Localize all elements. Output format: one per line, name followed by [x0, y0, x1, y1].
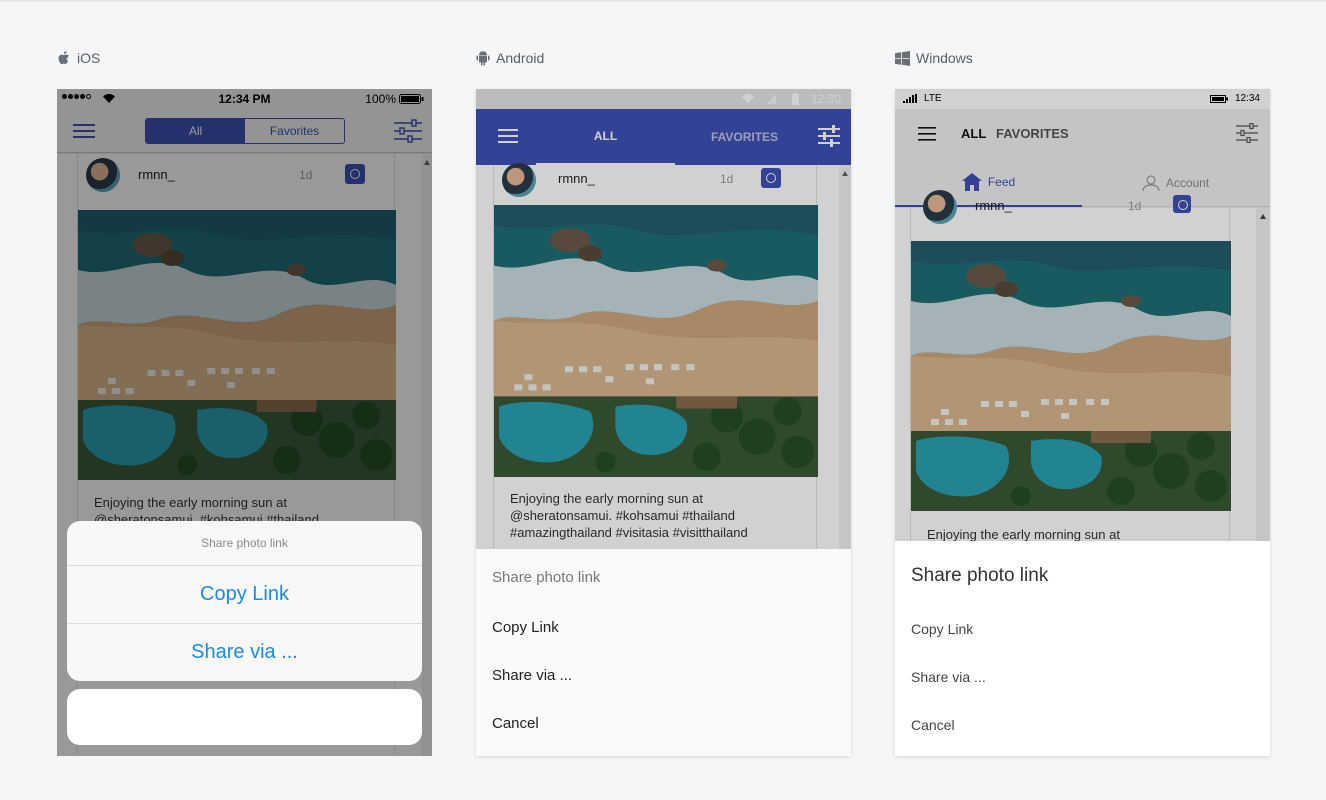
copy-link-button[interactable]: Copy Link	[911, 621, 973, 637]
cancel-button[interactable]: Cancel	[492, 715, 539, 732]
action-sheet: Share photo link Copy Link Share via ...	[67, 521, 422, 681]
sheet-title: Share photo link	[911, 565, 1049, 586]
sheet-title: Share photo link	[492, 569, 601, 586]
ios-device: 12:34 PM 100% All Favorites rmnn_ 1d Enj…	[57, 89, 432, 756]
top-divider	[0, 0, 1326, 2]
platform-name: iOS	[77, 50, 101, 66]
platform-name: Windows	[916, 50, 973, 66]
cancel-button[interactable]	[67, 689, 422, 745]
android-icon	[476, 50, 490, 66]
apple-icon	[58, 51, 69, 64]
platform-label-ios: iOS	[57, 49, 100, 67]
copy-link-button[interactable]: Copy Link	[67, 566, 422, 623]
overlay[interactable]	[476, 89, 851, 549]
android-device: 12:30 ALL FAVORITES rmnn_ 1d Enjoying th…	[476, 89, 851, 756]
copy-link-button[interactable]: Copy Link	[492, 619, 559, 636]
platform-label-windows: Windows	[895, 49, 973, 67]
windows-icon	[895, 50, 910, 66]
cancel-button[interactable]: Cancel	[911, 717, 955, 733]
flyout: Share photo link Copy Link Share via ...…	[895, 541, 1270, 756]
platform-label-android: Android	[476, 49, 544, 67]
platform-name: Android	[496, 50, 545, 66]
share-via-button[interactable]: Share via ...	[911, 669, 986, 685]
bottom-sheet: Share photo link Copy Link Share via ...…	[476, 549, 851, 756]
overlay[interactable]	[895, 89, 1270, 541]
windows-device: LTE 12:34 ALL FAVORITES Feed Account rmn…	[895, 89, 1270, 756]
share-via-button[interactable]: Share via ...	[67, 623, 422, 680]
sheet-title: Share photo link	[67, 521, 422, 566]
share-via-button[interactable]: Share via ...	[492, 667, 572, 684]
